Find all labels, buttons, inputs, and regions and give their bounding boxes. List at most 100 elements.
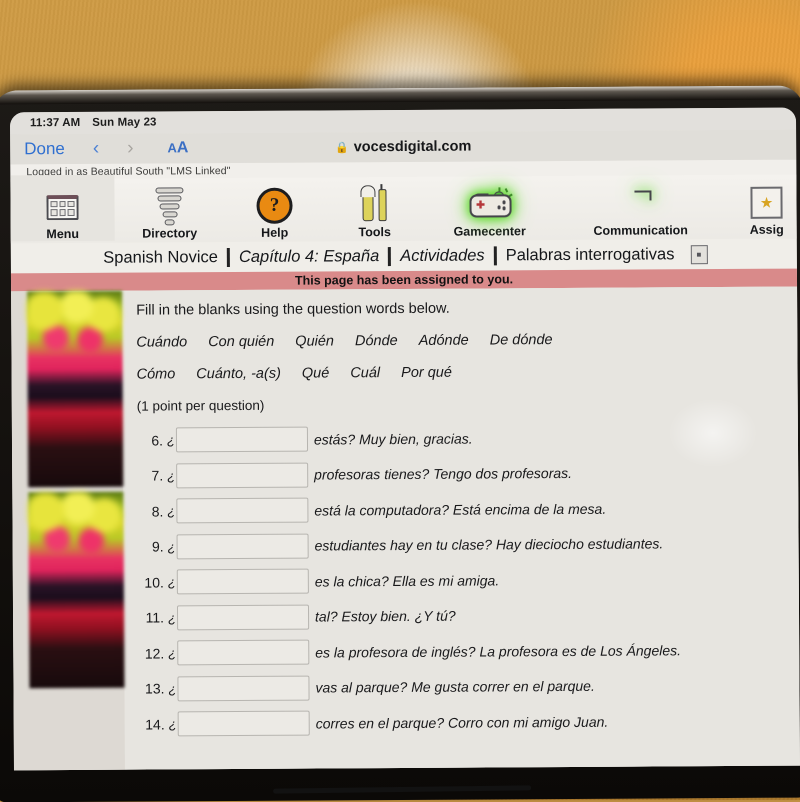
inverted-question-mark: ¿ xyxy=(167,467,176,483)
answer-input-14[interactable] xyxy=(177,710,310,737)
question-number: 6. xyxy=(151,431,164,449)
word-bank-row-1: Cuándo Con quién Quién Dónde Adónde De d… xyxy=(136,331,797,351)
question-row-9: 9. ¿ estudiantes hay en tu clase? Hay di… xyxy=(138,530,799,559)
url-text: vocesdigital.com xyxy=(353,138,472,156)
breadcrumb-item-activities[interactable]: Actividades xyxy=(391,246,494,266)
grid-menu-icon xyxy=(46,190,79,224)
word-bank-item: Quién xyxy=(295,333,335,350)
question-text: vas al parque? Me gusta correr en el par… xyxy=(315,677,595,696)
question-number: 8. xyxy=(151,502,164,520)
toolbar-label-tools: Tools xyxy=(358,225,391,240)
tablet-device: 11:37 AM Sun May 23 Done ‹ › AA 🔒 vocesd… xyxy=(0,85,800,802)
question-row-6: 6. ¿ estás? Muy bien, gracias. xyxy=(137,424,798,453)
inverted-question-mark: ¿ xyxy=(168,645,177,661)
question-number: 13. xyxy=(144,680,165,697)
home-indicator[interactable] xyxy=(273,785,532,794)
word-bank-item: Por qué xyxy=(401,364,452,381)
question-row-12: 12. ¿ es la profesora de inglés? La prof… xyxy=(138,637,799,666)
breadcrumb-item-chapter[interactable]: Capítulo 4: España xyxy=(230,247,388,267)
toolbar-item-directory[interactable]: Directory xyxy=(114,187,224,241)
toolbar-label-menu: Menu xyxy=(46,226,80,242)
answer-input-8[interactable] xyxy=(176,497,309,524)
question-number: 7. xyxy=(151,467,164,484)
tablet-screen: 11:37 AM Sun May 23 Done ‹ › AA 🔒 vocesd… xyxy=(9,107,800,771)
word-bank-item: Cuándo xyxy=(136,334,188,351)
inverted-question-mark: ¿ xyxy=(167,574,176,590)
toolbar-item-assignments[interactable]: ★ Assig xyxy=(726,186,800,237)
breadcrumb-item-page[interactable]: Palabras interrogativas xyxy=(497,245,684,265)
toolbar-label-gamecenter: Gamecenter xyxy=(453,224,526,239)
page-document-icon[interactable]: ■ xyxy=(690,244,708,264)
page-body: Fill in the blanks using the question wo… xyxy=(11,286,800,771)
question-text: estudiantes hay en tu clase? Hay diecioc… xyxy=(314,535,664,554)
forward-icon[interactable]: › xyxy=(113,138,147,160)
word-bank-item: Con quién xyxy=(208,333,275,351)
word-bank-item: Cuál xyxy=(350,365,381,382)
inverted-question-mark: ¿ xyxy=(168,716,177,732)
word-bank-row-2: Cómo Cuánto, -a(s) Qué Cuál Por qué xyxy=(137,363,798,383)
wrench-screwdriver-icon xyxy=(362,188,387,222)
inverted-question-mark: ¿ xyxy=(168,609,177,625)
toolbar-label-help: Help xyxy=(261,225,289,240)
back-icon[interactable]: ‹ xyxy=(79,138,113,160)
site-header: Logged in as Beautiful South "LMS Linked… xyxy=(10,159,797,244)
toolbar-item-menu[interactable]: Menu xyxy=(10,174,115,242)
question-row-11: 11. ¿ tal? Estoy bien. ¿Y tú? xyxy=(138,601,799,630)
toolbar-label-communication: Communication xyxy=(593,223,688,238)
answer-input-6[interactable] xyxy=(175,426,308,453)
toolbar-item-help[interactable]: ? Help xyxy=(224,187,324,240)
question-row-8: 8. ¿ está la computadora? Está encima de… xyxy=(137,495,798,524)
question-text: tal? Estoy bien. ¿Y tú? xyxy=(314,607,456,625)
word-bank-item: Dónde xyxy=(354,333,398,350)
toolbar-item-tools[interactable]: Tools xyxy=(324,188,424,240)
question-text: estás? Muy bien, gracias. xyxy=(313,430,473,448)
done-button[interactable]: Done xyxy=(24,139,79,159)
browser-toolbar: Done ‹ › AA 🔒 vocesdigital.com xyxy=(10,129,797,165)
toolbar-item-communication[interactable]: Communication xyxy=(554,186,726,238)
answer-input-10[interactable] xyxy=(176,568,309,595)
question-row-14: 14. ¿ corres en el parque? Corro con mi … xyxy=(139,708,800,737)
directory-stack-icon xyxy=(155,187,184,226)
question-number: 14. xyxy=(145,715,165,733)
toolbar-item-gamecenter[interactable]: Gamecenter xyxy=(424,187,554,239)
text-size-button[interactable]: AA xyxy=(167,139,188,157)
answer-input-7[interactable] xyxy=(176,462,309,488)
question-number: 11. xyxy=(145,609,165,626)
site-toolbar: Menu Directory ? Help Tools Gamecenter C… xyxy=(10,174,797,244)
sidebar-image xyxy=(28,491,125,689)
text-size-small-label: A xyxy=(167,140,177,156)
toolbar-label-assignments: Assig xyxy=(749,222,784,237)
star-frame-icon: ★ xyxy=(750,186,783,220)
question-row-10: 10. ¿ es la chica? Ella es mi amiga. xyxy=(138,566,799,595)
question-row-7: 7. ¿ profesoras tienes? Tengo dos profes… xyxy=(137,459,798,488)
question-text: corres en el parque? Corro con mi amigo … xyxy=(315,713,609,732)
exercise-content: Fill in the blanks using the question wo… xyxy=(122,286,800,771)
status-time: 11:37 AM xyxy=(29,116,81,130)
answer-input-11[interactable] xyxy=(176,604,310,630)
word-bank-item: Qué xyxy=(301,365,330,382)
lock-icon: 🔒 xyxy=(334,141,349,154)
word-bank-item: Cómo xyxy=(136,366,176,383)
question-text: es la chica? Ella es mi amiga. xyxy=(314,571,500,590)
sidebar-images xyxy=(11,290,127,771)
exercise-instructions: Fill in the blanks using the question wo… xyxy=(136,300,450,319)
breadcrumb-item-course[interactable]: Spanish Novice xyxy=(94,248,227,268)
gamepad-icon xyxy=(469,187,513,221)
assigned-banner-text: This page has been assigned to you. xyxy=(294,272,514,288)
question-number: 9. xyxy=(151,538,164,555)
sidebar-image xyxy=(27,290,124,488)
inverted-question-mark: ¿ xyxy=(166,432,175,448)
inverted-question-mark: ¿ xyxy=(168,680,177,696)
answer-input-9[interactable] xyxy=(176,533,309,559)
word-bank-item: Cuánto, -a(s) xyxy=(196,365,281,383)
breadcrumb: Spanish Novice Capítulo 4: España Activi… xyxy=(10,238,797,274)
inverted-question-mark: ¿ xyxy=(167,503,176,519)
question-text: profesoras tienes? Tengo dos profesoras. xyxy=(314,464,573,483)
question-number: 10. xyxy=(144,573,164,591)
word-bank-item: Adónde xyxy=(418,332,469,349)
answer-input-13[interactable] xyxy=(177,675,310,701)
answer-input-12[interactable] xyxy=(177,639,310,666)
question-mark-icon: ? xyxy=(256,187,293,224)
question-row-13: 13. ¿ vas al parque? Me gusta correr en … xyxy=(138,672,799,701)
word-bank-item: De dónde xyxy=(489,332,553,349)
